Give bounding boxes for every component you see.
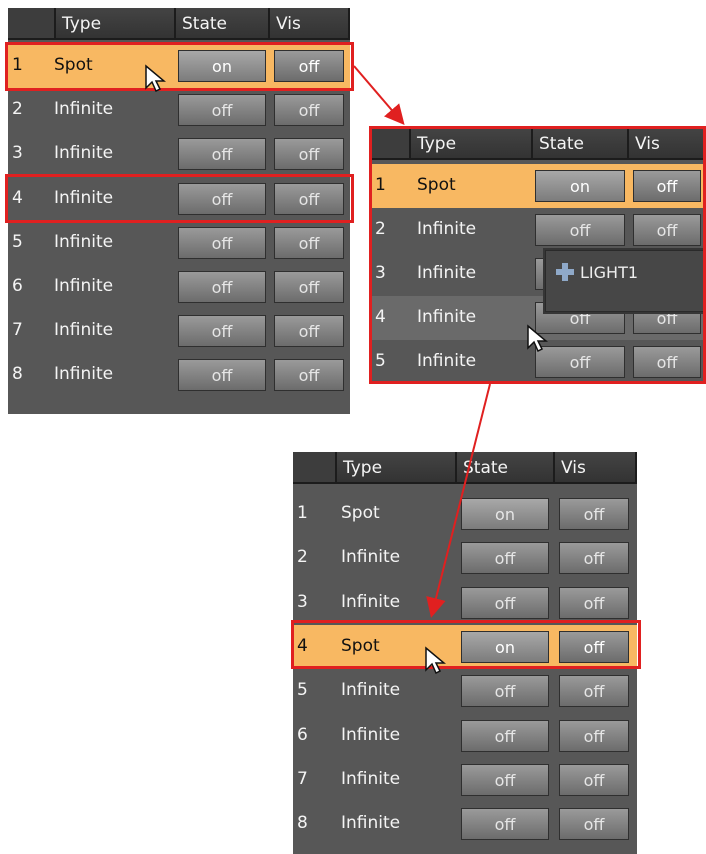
flow-arrows [353, 65, 491, 618]
arrow-to-result [426, 383, 491, 618]
cursor-arrow-icon [527, 324, 548, 353]
arrow-to-drag [353, 65, 405, 126]
cursor-arrow-icon [145, 64, 166, 93]
cursor-arrow-icon [425, 646, 446, 675]
